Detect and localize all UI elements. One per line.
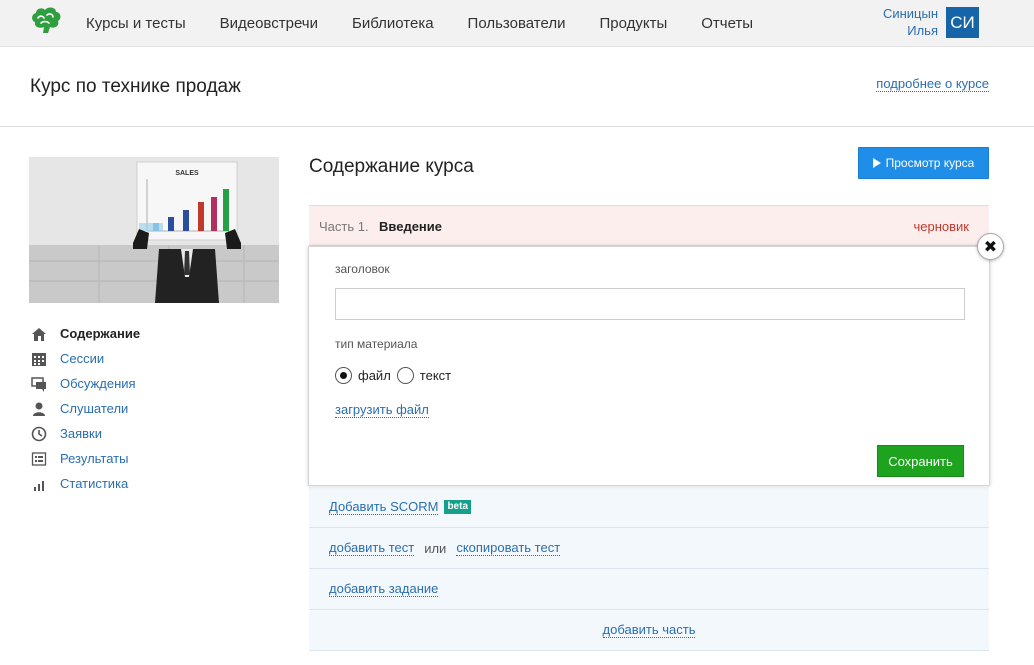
play-icon	[872, 158, 881, 168]
radio-file[interactable]	[335, 367, 352, 384]
home-icon	[31, 326, 47, 342]
radio-text[interactable]	[396, 367, 414, 384]
title-input[interactable]	[335, 288, 965, 320]
material-editor-panel: заголовок тип материала файл текст загру…	[308, 246, 990, 486]
status-badge: черновик	[913, 219, 970, 234]
add-part-link[interactable]: добавить часть	[602, 622, 696, 638]
upload-file-link[interactable]: загрузить файл	[335, 402, 429, 418]
sidebar-item-discussions[interactable]: Обсуждения	[29, 371, 289, 396]
user-name-link[interactable]: Синицын Илья	[858, 5, 938, 39]
beta-badge: beta	[444, 500, 472, 514]
add-test-row: добавить тест или скопировать тест	[309, 528, 989, 569]
nav-video-meetings[interactable]: Видеовстречи	[220, 15, 318, 32]
radio-selected-dot	[340, 372, 347, 379]
sidebar-item-contents[interactable]: Содержание	[29, 321, 289, 346]
sidebar-item-label: Обсуждения	[60, 376, 136, 391]
list-icon	[31, 451, 47, 467]
course-cover-image: SALES	[29, 157, 279, 303]
course-details-link[interactable]: подробнее о курсе	[876, 76, 989, 92]
material-type-radio-group: файл текст	[335, 367, 457, 384]
add-task-row: добавить задание	[309, 569, 989, 610]
preview-course-button[interactable]: Просмотр курса	[858, 147, 989, 179]
sidebar-menu: Содержание Сессии Обсуждения Слушатели З…	[29, 321, 289, 496]
add-test-link[interactable]: добавить тест	[329, 540, 415, 556]
person-icon	[31, 401, 47, 417]
sidebar-item-label: Содержание	[60, 326, 141, 341]
sidebar-item-label: Статистика	[60, 476, 129, 491]
preview-course-label: Просмотр курса	[885, 156, 975, 170]
part-name: Введение	[379, 219, 442, 234]
sidebar-item-results[interactable]: Результаты	[29, 446, 289, 471]
sidebar-item-label: Заявки	[60, 426, 102, 441]
radio-text-label[interactable]: текст	[420, 368, 451, 383]
course-part-row[interactable]: Часть 1. Введение черновик	[309, 205, 989, 246]
nav-products[interactable]: Продукты	[599, 15, 667, 32]
clock-icon	[31, 426, 47, 442]
sidebar-item-label: Результаты	[60, 451, 129, 466]
bar-chart-icon	[31, 476, 47, 492]
user-first-name: Синицын	[882, 6, 938, 21]
close-icon[interactable]: ✖	[977, 233, 1004, 260]
or-text: или	[424, 540, 447, 556]
add-task-link[interactable]: добавить задание	[329, 581, 439, 597]
add-scorm-link[interactable]: Добавить SCORM	[329, 499, 439, 515]
add-scorm-row: Добавить SCORM beta	[309, 487, 989, 528]
top-navbar: Курсы и тесты Видеовстречи Библиотека По…	[0, 0, 1034, 47]
user-last-name: Илья	[907, 23, 938, 38]
copy-test-link[interactable]: скопировать тест	[456, 540, 561, 556]
page-title: Содержание курса	[309, 156, 474, 177]
nav-users[interactable]: Пользователи	[468, 15, 566, 32]
save-button[interactable]: Сохранить	[877, 445, 964, 477]
main-nav: Курсы и тесты Видеовстречи Библиотека По…	[86, 0, 787, 47]
header-divider	[0, 126, 1034, 127]
nav-library[interactable]: Библиотека	[352, 15, 434, 32]
nav-courses[interactable]: Курсы и тесты	[86, 15, 186, 32]
radio-file-label[interactable]: файл	[358, 368, 391, 383]
sidebar-item-listeners[interactable]: Слушатели	[29, 396, 289, 421]
course-title: Курс по технике продаж	[30, 76, 241, 97]
title-field-label: заголовок	[335, 262, 390, 276]
sidebar-item-sessions[interactable]: Сессии	[29, 346, 289, 371]
nav-reports[interactable]: Отчеты	[701, 15, 753, 32]
chat-icon	[31, 376, 47, 392]
sidebar-item-requests[interactable]: Заявки	[29, 421, 289, 446]
avatar[interactable]: СИ	[946, 7, 979, 38]
material-type-label: тип материала	[335, 337, 418, 351]
part-number: Часть 1.	[319, 219, 369, 234]
cover-chart-label: SALES	[175, 170, 199, 177]
sidebar-item-label: Слушатели	[60, 401, 129, 416]
sidebar-item-statistics[interactable]: Статистика	[29, 471, 289, 496]
sidebar-item-label: Сессии	[60, 351, 105, 366]
add-part-row: добавить часть	[309, 610, 989, 651]
calendar-icon	[31, 351, 47, 367]
brain-logo-icon[interactable]	[29, 6, 63, 36]
